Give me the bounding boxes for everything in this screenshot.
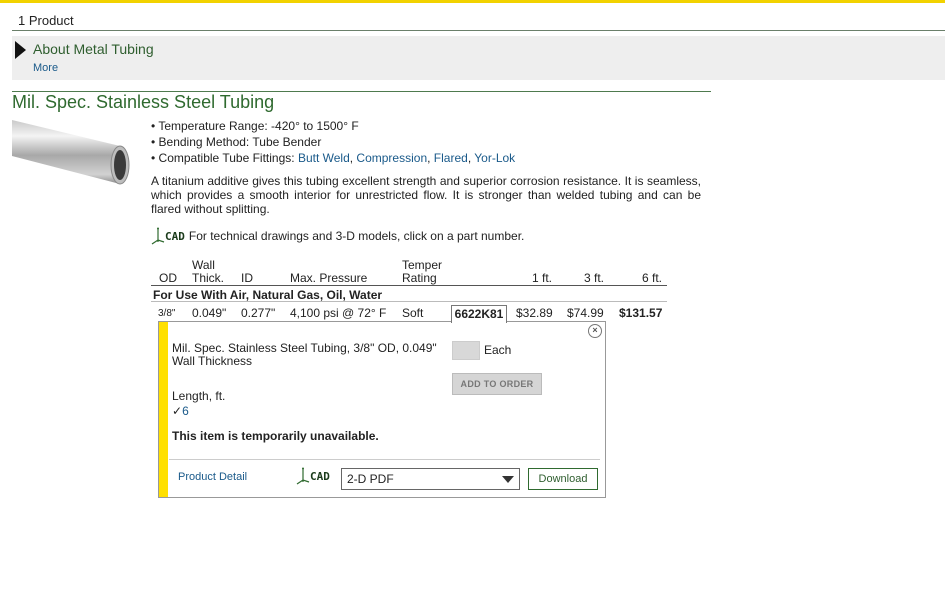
fittings-label: • Compatible Tube Fittings:	[151, 151, 298, 165]
cad-logo: CAD	[165, 229, 185, 243]
popup-divider	[169, 459, 600, 460]
cad-note-text: For technical drawings and 3-D models, c…	[188, 229, 525, 243]
popup-cad-icon: CAD	[296, 467, 330, 485]
spec-bullets: • Temperature Range: -420° to 1500° F • …	[151, 118, 515, 166]
cell-price-3ft: $74.99	[567, 306, 604, 320]
check-icon: ✓	[172, 404, 183, 418]
cell-wall: 0.049"	[192, 306, 227, 320]
tube-image	[12, 120, 130, 185]
cell-od: 3/8"	[158, 308, 176, 319]
fitting-link-compression[interactable]: Compression	[356, 151, 427, 165]
part-number-link[interactable]: 6622K81	[451, 305, 507, 323]
fitting-link-flared[interactable]: Flared	[434, 151, 468, 165]
popup-accent-bar	[159, 322, 168, 497]
fitting-link-butt-weld[interactable]: Butt Weld	[298, 151, 350, 165]
more-link[interactable]: More	[33, 62, 58, 74]
col-header-od: OD	[159, 271, 177, 285]
col-header-price-6ft: 6 ft.	[642, 271, 663, 285]
col-header-pressure: Max. Pressure	[290, 271, 368, 285]
compatible-fittings: • Compatible Tube Fittings: Butt Weld, C…	[151, 151, 516, 165]
availability-message: This item is temporarily unavailable.	[172, 429, 379, 443]
col-header-wall: Wall Thick.	[192, 258, 225, 285]
chevron-down-icon[interactable]	[502, 476, 514, 483]
about-title[interactable]: About Metal Tubing	[33, 41, 154, 57]
about-panel[interactable]: About Metal Tubing More	[12, 36, 945, 80]
product-detail-link[interactable]: Product Detail	[178, 471, 247, 483]
fitting-link-yor-lok[interactable]: Yor-Lok	[474, 151, 515, 165]
product-count: 1 Product	[18, 13, 74, 28]
cell-temper: Soft	[402, 306, 424, 320]
cell-price-6ft: $131.57	[619, 306, 663, 320]
temp-range: • Temperature Range: -420° to 1500° F	[151, 119, 359, 133]
cad-note: CAD For technical drawings and 3-D model…	[151, 227, 524, 245]
col-header-price-1ft: 1 ft.	[532, 271, 553, 285]
length-label: Length, ft.	[172, 389, 226, 403]
col-header-price-3ft: 3 ft.	[584, 271, 605, 285]
table-group-rule	[151, 301, 667, 302]
cad-icon: CAD	[151, 227, 185, 245]
length-value[interactable]: 6	[182, 404, 189, 418]
popup-cad-logo: CAD	[310, 469, 330, 483]
popup-description: Mil. Spec. Stainless Steel Tubing, 3/8" …	[172, 341, 437, 368]
col-header-id: ID	[241, 271, 253, 285]
quantity-unit: Each	[484, 343, 512, 357]
cell-id: 0.277"	[241, 306, 276, 320]
cad-format-select[interactable]: 2-D PDF	[341, 468, 520, 490]
product-description: A titanium additive gives this tubing ex…	[151, 174, 701, 216]
length-option[interactable]: ✓6	[172, 404, 189, 418]
close-icon[interactable]: ×	[588, 324, 602, 338]
expand-arrow-icon[interactable]	[15, 41, 26, 59]
cad-format-value: 2-D PDF	[347, 472, 394, 486]
table-header-rule	[151, 285, 667, 286]
table-group-label: For Use With Air, Natural Gas, Oil, Wate…	[153, 288, 383, 302]
divider	[12, 30, 945, 31]
order-popup: × Mil. Spec. Stainless Steel Tubing, 3/8…	[158, 321, 606, 498]
quantity-input[interactable]	[452, 341, 480, 360]
cell-pressure: 4,100 psi @ 72° F	[290, 306, 387, 320]
top-accent-line	[0, 0, 945, 3]
col-header-temper: Temper Rating	[402, 258, 443, 285]
add-to-order-button[interactable]: ADD TO ORDER	[452, 373, 542, 395]
download-button[interactable]: Download	[528, 468, 598, 490]
bending-method: • Bending Method: Tube Bender	[151, 135, 322, 149]
section-title: Mil. Spec. Stainless Steel Tubing	[12, 92, 275, 112]
cell-price-1ft: $32.89	[516, 306, 553, 320]
